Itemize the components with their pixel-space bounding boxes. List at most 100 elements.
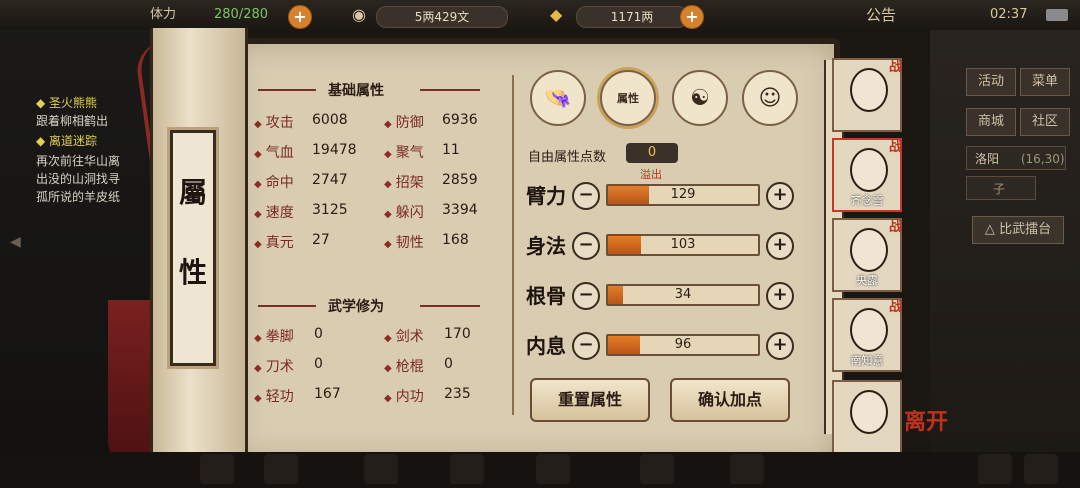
shop-button[interactable]: 商城 <box>966 108 1016 136</box>
minus-button[interactable]: − <box>572 332 600 360</box>
quest-desc-2-line3: 孤所说的羊皮纸 <box>36 190 121 204</box>
add-stamina-button[interactable]: + <box>288 5 312 29</box>
title-char-2: 性 <box>178 256 207 289</box>
tab-bagua-icon[interactable]: ☯ <box>672 70 728 126</box>
martial-value: 167 <box>314 386 341 402</box>
character-name: 齐念雪 <box>850 194 884 207</box>
bottom-menu-icon[interactable] <box>264 454 298 484</box>
confirm-points-button[interactable]: 确认加点 <box>670 378 790 422</box>
location-display: 洛阳 (16,30) <box>966 146 1066 170</box>
stat-diamond-icon: ◆ <box>384 393 392 404</box>
character-portrait <box>850 390 888 434</box>
stat-label: ◆ 韧性 <box>384 232 424 252</box>
minus-button[interactable]: − <box>572 232 600 260</box>
martial-label: ◆ 枪棍 <box>384 356 424 376</box>
minus-button[interactable]: − <box>572 182 600 210</box>
stat-diamond-icon: ◆ <box>254 149 262 160</box>
quest-title-2-text: 离道迷踪 <box>49 134 98 148</box>
tab-equipment-hat-icon[interactable]: 👒 <box>530 70 586 126</box>
stat-diamond-icon: ◆ <box>254 393 262 404</box>
stat-label: ◆ 气血 <box>254 142 294 162</box>
arena-label: 比武擂台 <box>999 222 1052 237</box>
heading-ornament-right <box>420 305 480 307</box>
stat-label-text: 聚气 <box>395 145 424 161</box>
bottom-menu-icon[interactable] <box>536 454 570 484</box>
activity-button[interactable]: 活动 <box>966 68 1016 96</box>
minus-button[interactable]: − <box>572 282 600 310</box>
tab-attributes-icon[interactable]: 属性 <box>600 70 656 126</box>
martial-label: ◆ 剑术 <box>384 326 424 346</box>
menu-button[interactable]: 菜单 <box>1020 68 1070 96</box>
title-plaque: 屬 性 <box>170 130 216 366</box>
title-char-1: 屬 <box>178 176 207 209</box>
stat-label-text: 躲闪 <box>395 205 424 221</box>
gold-display: 1171两 <box>576 6 688 28</box>
stat-diamond-icon: ◆ <box>384 363 392 374</box>
stat-diamond-icon: ◆ <box>254 119 262 130</box>
location-name: 洛阳 <box>975 152 1000 166</box>
bottom-menu-icon[interactable] <box>1024 454 1058 484</box>
character-name: 南知意 <box>850 354 884 367</box>
arena-button[interactable]: △ 比武擂台 <box>972 216 1064 244</box>
stat-label: ◆ 招架 <box>384 172 424 192</box>
location-coords: (16,30) <box>1020 152 1065 166</box>
stat-label-text: 韧性 <box>395 235 424 251</box>
bottom-menu-icon[interactable] <box>450 454 484 484</box>
character-card[interactable]: 战 <box>832 58 902 132</box>
bottom-menu-icon[interactable] <box>730 454 764 484</box>
plus-button[interactable]: + <box>766 332 794 360</box>
bottom-menu-icon[interactable] <box>640 454 674 484</box>
character-card[interactable] <box>832 380 902 454</box>
plus-button[interactable]: + <box>766 232 794 260</box>
character-name: 央露 <box>856 274 878 287</box>
bottom-menu-icon[interactable] <box>200 454 234 484</box>
attribute-value: 103 <box>670 237 696 252</box>
martial-label-text: 刀术 <box>265 359 294 375</box>
attribute-name: 臂力 <box>526 184 566 208</box>
attribute-name: 根骨 <box>526 284 566 308</box>
reset-attributes-button[interactable]: 重置属性 <box>530 378 650 422</box>
plus-button[interactable]: + <box>766 182 794 210</box>
stat-label: ◆ 真元 <box>254 232 294 252</box>
stat-label: ◆ 攻击 <box>254 112 294 132</box>
quest-title-1[interactable]: ◆ 圣火熊熊 <box>36 94 97 111</box>
stat-label: ◆ 防御 <box>384 112 424 132</box>
stat-diamond-icon: ◆ <box>254 179 262 190</box>
character-card[interactable]: 南知意 战 <box>832 298 902 372</box>
martial-value: 0 <box>314 326 323 342</box>
stat-diamond-icon: ◆ <box>384 239 392 250</box>
leave-button[interactable]: 离开 <box>904 404 948 436</box>
tab-meridian-figure-icon[interactable]: ☺ <box>742 70 798 126</box>
martial-label-text: 剑术 <box>395 329 424 345</box>
community-button[interactable]: 社区 <box>1020 108 1070 136</box>
time-display: 子 <box>966 176 1036 200</box>
add-gold-button[interactable]: + <box>680 5 704 29</box>
stamina-value: 280/280 <box>214 7 269 22</box>
plus-button[interactable]: + <box>766 282 794 310</box>
bottom-menu-icon[interactable] <box>364 454 398 484</box>
bottom-menu-icon[interactable] <box>978 454 1012 484</box>
quest-title-2[interactable]: ◆ 离道迷踪 <box>36 132 97 149</box>
stat-value: 2747 <box>312 172 348 188</box>
attribute-name: 身法 <box>526 234 566 258</box>
collapse-arrow-icon[interactable]: ◀ <box>10 234 21 250</box>
attribute-value: 129 <box>670 187 696 202</box>
martial-label-text: 内功 <box>395 389 424 405</box>
quest-desc-2-line1: 再次前往华山离 <box>36 154 121 168</box>
attribute-name: 内息 <box>526 334 566 358</box>
stat-label-text: 气血 <box>265 145 294 161</box>
martial-label-text: 枪棍 <box>395 359 424 375</box>
stat-value: 3125 <box>312 202 348 218</box>
stat-diamond-icon: ◆ <box>254 333 262 344</box>
heading-ornament-left <box>258 89 316 91</box>
money-display: 5两429文 <box>376 6 508 28</box>
overflow-tag: 溢出 <box>640 168 662 181</box>
martial-label: ◆ 刀术 <box>254 356 294 376</box>
martial-label: ◆ 拳脚 <box>254 326 294 346</box>
character-card[interactable]: 央露 战 <box>832 218 902 292</box>
quest-desc-2-line2: 出没的山洞找寻 <box>36 172 121 186</box>
martial-label-text: 拳脚 <box>265 329 294 345</box>
stat-diamond-icon: ◆ <box>384 179 392 190</box>
character-card[interactable]: 齐念雪 战 <box>832 138 902 212</box>
notice-button[interactable]: 公告 <box>866 4 896 26</box>
